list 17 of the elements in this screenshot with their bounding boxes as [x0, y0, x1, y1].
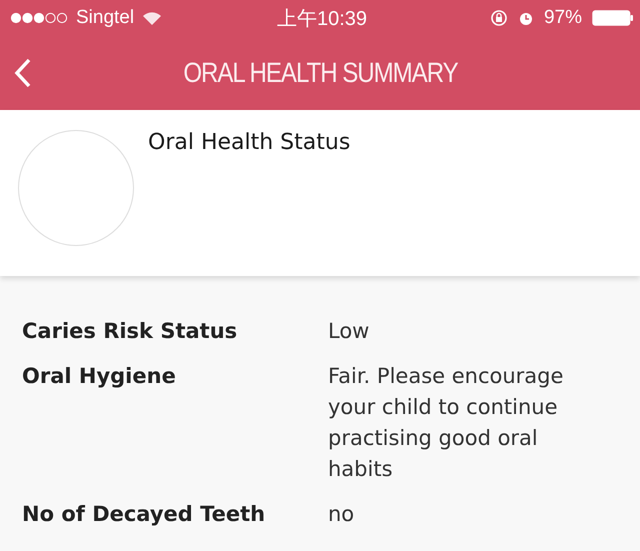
field-label: Caries Risk Status	[22, 318, 238, 345]
signal-icon	[10, 12, 68, 24]
section-title: Oral Health Status	[148, 130, 350, 155]
field-label: No of Decayed Teeth	[22, 501, 266, 528]
field-value: no	[328, 501, 356, 528]
status-time: 上午10:39	[276, 6, 368, 32]
battery-percentage: 97%	[544, 7, 582, 29]
rotation-lock-icon	[490, 9, 508, 27]
field-label: Oral Hygiene	[22, 363, 177, 390]
screen-title: ORAL HEALTH SUMMARY	[182, 57, 458, 89]
field-value: Fair. Please encourage your child to continue practising good oral habits	[328, 363, 564, 483]
carrier-name: Singtel	[76, 7, 134, 29]
battery-icon	[592, 10, 634, 26]
field-value: Low	[328, 318, 370, 345]
alarm-icon	[518, 10, 534, 26]
wifi-icon	[142, 11, 162, 25]
chevron-left-icon	[14, 57, 32, 89]
